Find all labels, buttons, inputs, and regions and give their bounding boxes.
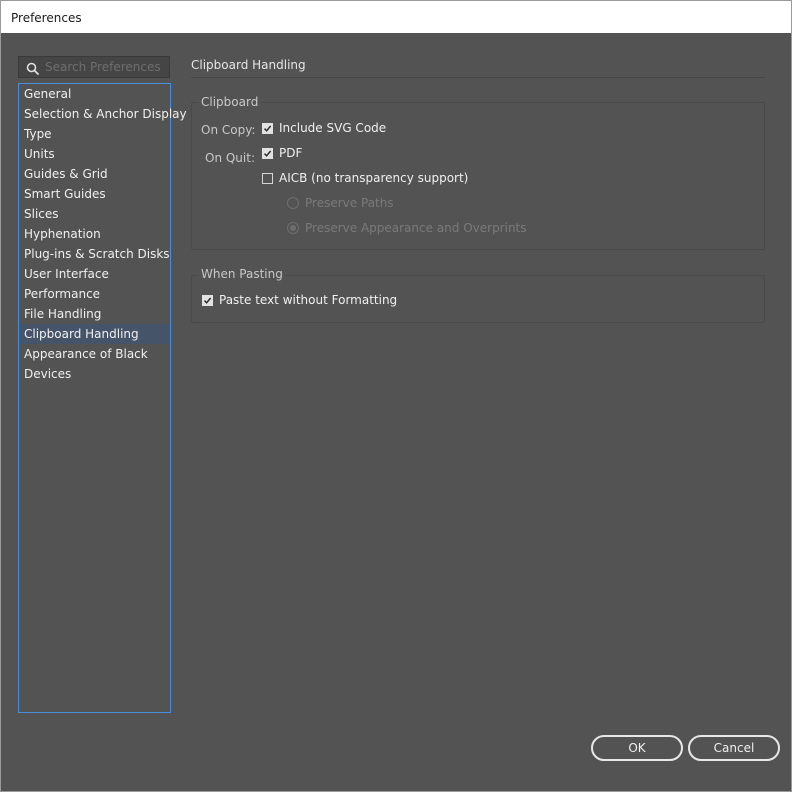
ok-button[interactable]: OK [591, 735, 683, 761]
preserve-paths-label: Preserve Paths [305, 196, 394, 210]
search-icon [26, 61, 40, 76]
radio-dot [290, 225, 296, 231]
search-box[interactable] [18, 56, 170, 78]
sidebar-item-slices[interactable]: Slices [19, 204, 170, 224]
sidebar-item-units[interactable]: Units [19, 144, 170, 164]
include-svg-code-label: Include SVG Code [279, 121, 387, 135]
on-quit-label: On Quit: [205, 151, 255, 165]
paste-text-without-formatting-checkbox[interactable]: Paste text without Formatting [202, 293, 397, 307]
pdf-checkbox[interactable]: PDF [262, 146, 302, 160]
window-title: Preferences [11, 11, 82, 25]
preferences-category-list[interactable]: General Selection & Anchor Display Type … [18, 83, 187, 713]
sidebar-item-clipboard-handling[interactable]: Clipboard Handling [19, 324, 170, 344]
title-bar[interactable]: Preferences [1, 1, 791, 33]
checkbox-box[interactable] [262, 147, 273, 159]
aicb-label: AICB (no transparency support) [279, 171, 469, 185]
preferences-dialog: Preferences General Selection & Anchor D… [0, 0, 792, 792]
when-pasting-group-label: When Pasting [199, 267, 285, 281]
pdf-label: PDF [279, 146, 303, 160]
checkbox-box[interactable] [262, 172, 273, 184]
panel-heading: Clipboard Handling [191, 58, 306, 72]
sidebar-item-appearance-of-black[interactable]: Appearance of Black [19, 344, 170, 364]
sidebar-item-general[interactable]: General [19, 84, 170, 104]
clipboard-group-label: Clipboard [199, 95, 261, 109]
sidebar-item-smart-guides[interactable]: Smart Guides [19, 184, 170, 204]
on-copy-label: On Copy: [201, 123, 256, 137]
sidebar-item-guides-grid[interactable]: Guides & Grid [19, 164, 170, 184]
preserve-appearance-label: Preserve Appearance and Overprints [305, 221, 527, 235]
sidebar-item-plugins-scratch-disks[interactable]: Plug-ins & Scratch Disks [19, 244, 170, 264]
checkmark-icon [263, 150, 272, 157]
cancel-button[interactable]: Cancel [688, 735, 780, 761]
radio-circle[interactable] [287, 222, 299, 234]
sidebar-item-selection-anchor-display[interactable]: Selection & Anchor Display [19, 104, 187, 124]
heading-divider [191, 77, 765, 78]
paste-text-label: Paste text without Formatting [219, 293, 398, 307]
radio-circle[interactable] [287, 197, 299, 209]
aicb-checkbox[interactable]: AICB (no transparency support) [262, 171, 468, 185]
sidebar-item-type[interactable]: Type [19, 124, 170, 144]
sidebar-item-user-interface[interactable]: User Interface [19, 264, 170, 284]
checkbox-box[interactable] [202, 294, 213, 306]
sidebar-item-file-handling[interactable]: File Handling [19, 304, 170, 324]
checkmark-icon [263, 125, 272, 132]
checkmark-icon [203, 297, 212, 304]
include-svg-code-checkbox[interactable]: Include SVG Code [262, 121, 386, 135]
checkbox-box[interactable] [262, 122, 273, 134]
sidebar-item-performance[interactable]: Performance [19, 284, 170, 304]
preserve-appearance-radio[interactable]: Preserve Appearance and Overprints [287, 221, 527, 235]
sidebar-item-hyphenation[interactable]: Hyphenation [19, 224, 170, 244]
sidebar-item-devices[interactable]: Devices [19, 364, 170, 384]
search-input[interactable] [45, 57, 167, 77]
preserve-paths-radio[interactable]: Preserve Paths [287, 196, 394, 210]
